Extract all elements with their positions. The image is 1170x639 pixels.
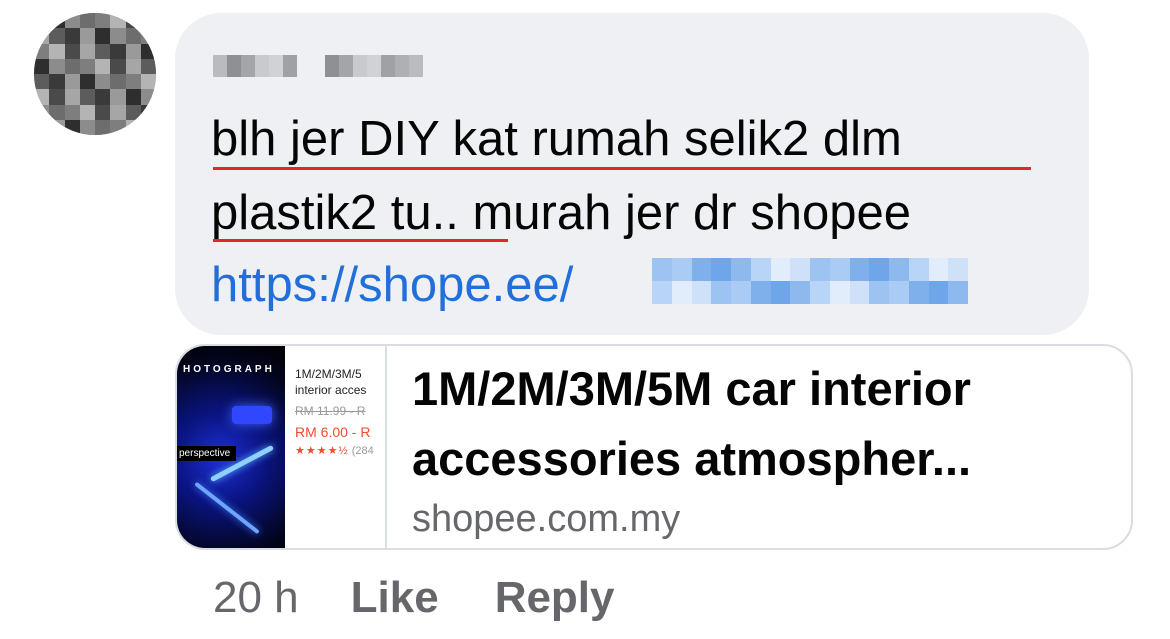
perspective-label: perspective — [177, 446, 237, 461]
message-line-1: blh jer DIY kat rumah selik2 dlm — [211, 112, 902, 166]
author-name-blurred[interactable] — [213, 55, 423, 77]
like-button[interactable]: Like — [351, 573, 439, 623]
comment-timestamp[interactable]: 20 h — [213, 573, 299, 623]
thumb-original-price: RM 11.99 - R — [295, 404, 366, 418]
reply-button[interactable]: Reply — [495, 573, 615, 623]
comment-actions: 20 h Like Reply — [213, 573, 615, 623]
rating-count: (284 — [351, 445, 374, 457]
commenter-avatar[interactable] — [34, 13, 156, 135]
thumb-product-subtitle: interior acces — [295, 383, 367, 397]
card-divider — [385, 346, 387, 548]
thumbnail-product-info: 1M/2M/3M/5 interior acces RM 11.99 - R R… — [295, 366, 385, 457]
thumb-rating: ★★★★½ (284 — [295, 444, 385, 457]
link-preview-card[interactable]: HOTOGRAPH perspective 1M/2M/3M/5 interio… — [175, 344, 1133, 550]
photo-watermark-label: HOTOGRAPH — [183, 364, 275, 375]
link-preview-title[interactable]: 1M/2M/3M/5M car interior accessories atm… — [412, 354, 1112, 494]
shopee-link[interactable]: https://shope.ee/ — [211, 256, 573, 314]
spellcheck-underline — [213, 167, 1031, 170]
message-line-2: plastik2 tu.. murah jer dr shopee — [211, 186, 911, 240]
spellcheck-underline — [213, 239, 508, 242]
star-rating-icon: ★★★★½ — [295, 445, 349, 457]
link-path-blurred[interactable] — [652, 258, 968, 304]
product-photo: HOTOGRAPH perspective — [177, 346, 285, 548]
thumb-sale-price: RM 6.00 - R — [295, 424, 371, 440]
thumb-product-title: 1M/2M/3M/5 — [295, 367, 362, 381]
link-preview-thumbnail[interactable]: HOTOGRAPH perspective 1M/2M/3M/5 interio… — [177, 346, 385, 548]
link-preview-domain: shopee.com.my — [412, 498, 681, 540]
